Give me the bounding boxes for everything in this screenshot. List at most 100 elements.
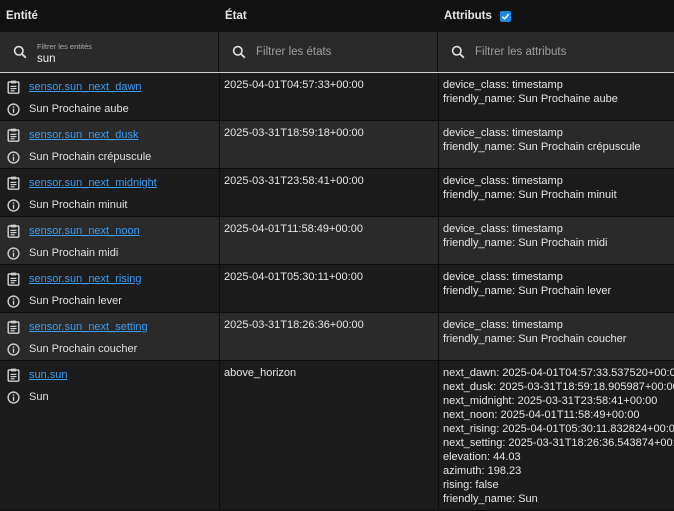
attribute-line: friendly_name: Sun Prochain midi (443, 237, 608, 249)
entity-cell: sun.sun Sun (0, 361, 219, 510)
clipboard-icon[interactable] (6, 224, 20, 238)
info-icon[interactable] (6, 294, 20, 308)
attributes-cell: device_class: timestamp friendly_name: Su… (438, 265, 674, 314)
search-icon (447, 45, 469, 59)
info-icon[interactable] (6, 198, 20, 212)
friendly-name: Sun Prochain crépuscule (29, 151, 152, 163)
table-row: sensor.sun_next_setting Sun Prochain cou… (0, 313, 674, 362)
state-value: 2025-03-31T23:58:41+00:00 (224, 175, 364, 187)
info-icon[interactable] (6, 246, 20, 260)
attribute-line: next_setting: 2025-03-31T18:26:36.543874… (443, 437, 674, 449)
entity-filter-field[interactable]: Filtrer les entités sun (0, 32, 218, 72)
entity-id-link[interactable]: sensor.sun_next_dawn (29, 81, 142, 93)
table-row: sensor.sun_next_rising Sun Prochain leve… (0, 265, 674, 314)
attribute-line: rising: false (443, 479, 499, 491)
attributes-cell: device_class: timestamp friendly_name: Su… (438, 313, 674, 362)
attribute-line: device_class: timestamp (443, 319, 563, 331)
attribute-line: azimuth: 198.23 (443, 465, 522, 477)
entity-cell: sensor.sun_next_dawn Sun Prochaine aube (0, 73, 219, 122)
filter-bar: Filtrer les entités sun Filtrer les état… (0, 32, 674, 73)
friendly-name: Sun Prochain midi (29, 247, 119, 259)
attributes-cell: device_class: timestamp friendly_name: Su… (438, 73, 674, 122)
entity-cell: sensor.sun_next_noon Sun Prochain midi (0, 217, 219, 266)
attribute-line: device_class: timestamp (443, 79, 563, 91)
entity-id-link[interactable]: sensor.sun_next_noon (29, 225, 140, 237)
state-cell: 2025-03-31T23:58:41+00:00 (219, 169, 438, 218)
table-header: Entité État Attributs (0, 0, 674, 32)
clipboard-icon[interactable] (6, 320, 20, 334)
column-header-state[interactable]: État (219, 0, 438, 32)
search-icon (228, 45, 250, 59)
friendly-name: Sun Prochain minuit (29, 199, 128, 211)
clipboard-icon[interactable] (6, 128, 20, 142)
search-icon (9, 45, 31, 59)
entity-id-link[interactable]: sensor.sun_next_midnight (29, 177, 157, 189)
column-header-entity[interactable]: Entité (0, 0, 219, 32)
entity-table-body: sensor.sun_next_dawn Sun Prochaine aube … (0, 73, 674, 511)
entity-id-link[interactable]: sensor.sun_next_dusk (29, 129, 138, 141)
column-header-attributes: Attributs (438, 0, 674, 32)
clipboard-icon[interactable] (6, 272, 20, 286)
entity-filter-label: Filtrer les entités (37, 41, 93, 51)
info-icon[interactable] (6, 150, 20, 164)
state-cell: 2025-04-01T04:57:33+00:00 (219, 73, 438, 122)
attributes-cell: next_dawn: 2025-04-01T04:57:33.537520+00… (438, 361, 674, 510)
state-value: above_horizon (224, 367, 297, 379)
attributes-cell: device_class: timestamp friendly_name: Su… (438, 121, 674, 170)
table-row: sensor.sun_next_dawn Sun Prochaine aube … (0, 73, 674, 122)
state-value: 2025-03-31T18:59:18+00:00 (224, 127, 364, 139)
attribute-line: device_class: timestamp (443, 175, 563, 187)
clipboard-icon[interactable] (6, 176, 20, 190)
attributes-cell: device_class: timestamp friendly_name: Su… (438, 217, 674, 266)
attribute-line: next_rising: 2025-04-01T05:30:11.832824+… (443, 423, 674, 435)
friendly-name: Sun Prochain coucher (29, 343, 138, 355)
table-row: sun.sun Sun above_horizon next_dawn: 202… (0, 361, 674, 511)
entity-id-link[interactable]: sensor.sun_next_rising (29, 273, 142, 285)
friendly-name: Sun Prochain lever (29, 295, 122, 307)
show-attributes-checkbox[interactable] (499, 10, 511, 22)
state-filter-field[interactable]: Filtrer les états (219, 32, 437, 72)
state-cell: 2025-03-31T18:26:36+00:00 (219, 313, 438, 362)
attribute-line: friendly_name: Sun Prochain crépuscule (443, 141, 641, 153)
attribute-line: next_dawn: 2025-04-01T04:57:33.537520+00… (443, 367, 674, 379)
state-cell: 2025-03-31T18:59:18+00:00 (219, 121, 438, 170)
info-icon[interactable] (6, 102, 20, 116)
attribute-line: next_dusk: 2025-03-31T18:59:18.905987+00… (443, 381, 674, 393)
attribute-line: friendly_name: Sun Prochain minuit (443, 189, 617, 201)
state-value: 2025-04-01T04:57:33+00:00 (224, 79, 364, 91)
attribute-line: elevation: 44.03 (443, 451, 521, 463)
attribute-line: device_class: timestamp (443, 127, 563, 139)
column-header-entity-label: Entité (6, 10, 38, 22)
state-cell: above_horizon (219, 361, 438, 510)
info-icon[interactable] (6, 342, 20, 356)
attribute-line: friendly_name: Sun Prochain lever (443, 285, 612, 297)
entity-filter-input[interactable]: sun (37, 53, 92, 65)
state-cell: 2025-04-01T05:30:11+00:00 (219, 265, 438, 314)
state-filter-input[interactable]: Filtrer les états (256, 46, 331, 58)
attribute-line: friendly_name: Sun (443, 493, 538, 505)
attributes-filter-input[interactable]: Filtrer les attributs (475, 46, 566, 58)
state-value: 2025-04-01T05:30:11+00:00 (224, 271, 363, 283)
entity-cell: sensor.sun_next_midnight Sun Prochain mi… (0, 169, 219, 218)
clipboard-icon[interactable] (6, 80, 20, 94)
attributes-filter-field[interactable]: Filtrer les attributs (438, 32, 674, 72)
column-header-attributes-label: Attributs (444, 10, 492, 22)
entity-id-link[interactable]: sensor.sun_next_setting (29, 321, 148, 333)
entity-cell: sensor.sun_next_rising Sun Prochain leve… (0, 265, 219, 314)
entity-id-link[interactable]: sun.sun (29, 369, 68, 381)
attribute-line: next_midnight: 2025-03-31T23:58:41+00:00 (443, 395, 658, 407)
clipboard-icon[interactable] (6, 368, 20, 382)
state-value: 2025-04-01T11:58:49+00:00 (224, 223, 363, 235)
entity-cell: sensor.sun_next_dusk Sun Prochain crépus… (0, 121, 219, 170)
attribute-line: friendly_name: Sun Prochain coucher (443, 333, 627, 345)
checkmark-icon (501, 13, 510, 20)
table-row: sensor.sun_next_noon Sun Prochain midi 2… (0, 217, 674, 266)
friendly-name: Sun Prochaine aube (29, 103, 129, 115)
attribute-line: next_noon: 2025-04-01T11:58:49+00:00 (443, 409, 640, 421)
friendly-name: Sun (29, 391, 49, 403)
info-icon[interactable] (6, 390, 20, 404)
attribute-line: friendly_name: Sun Prochaine aube (443, 93, 618, 105)
column-header-state-label: État (225, 10, 247, 22)
state-cell: 2025-04-01T11:58:49+00:00 (219, 217, 438, 266)
table-row: sensor.sun_next_dusk Sun Prochain crépus… (0, 121, 674, 170)
